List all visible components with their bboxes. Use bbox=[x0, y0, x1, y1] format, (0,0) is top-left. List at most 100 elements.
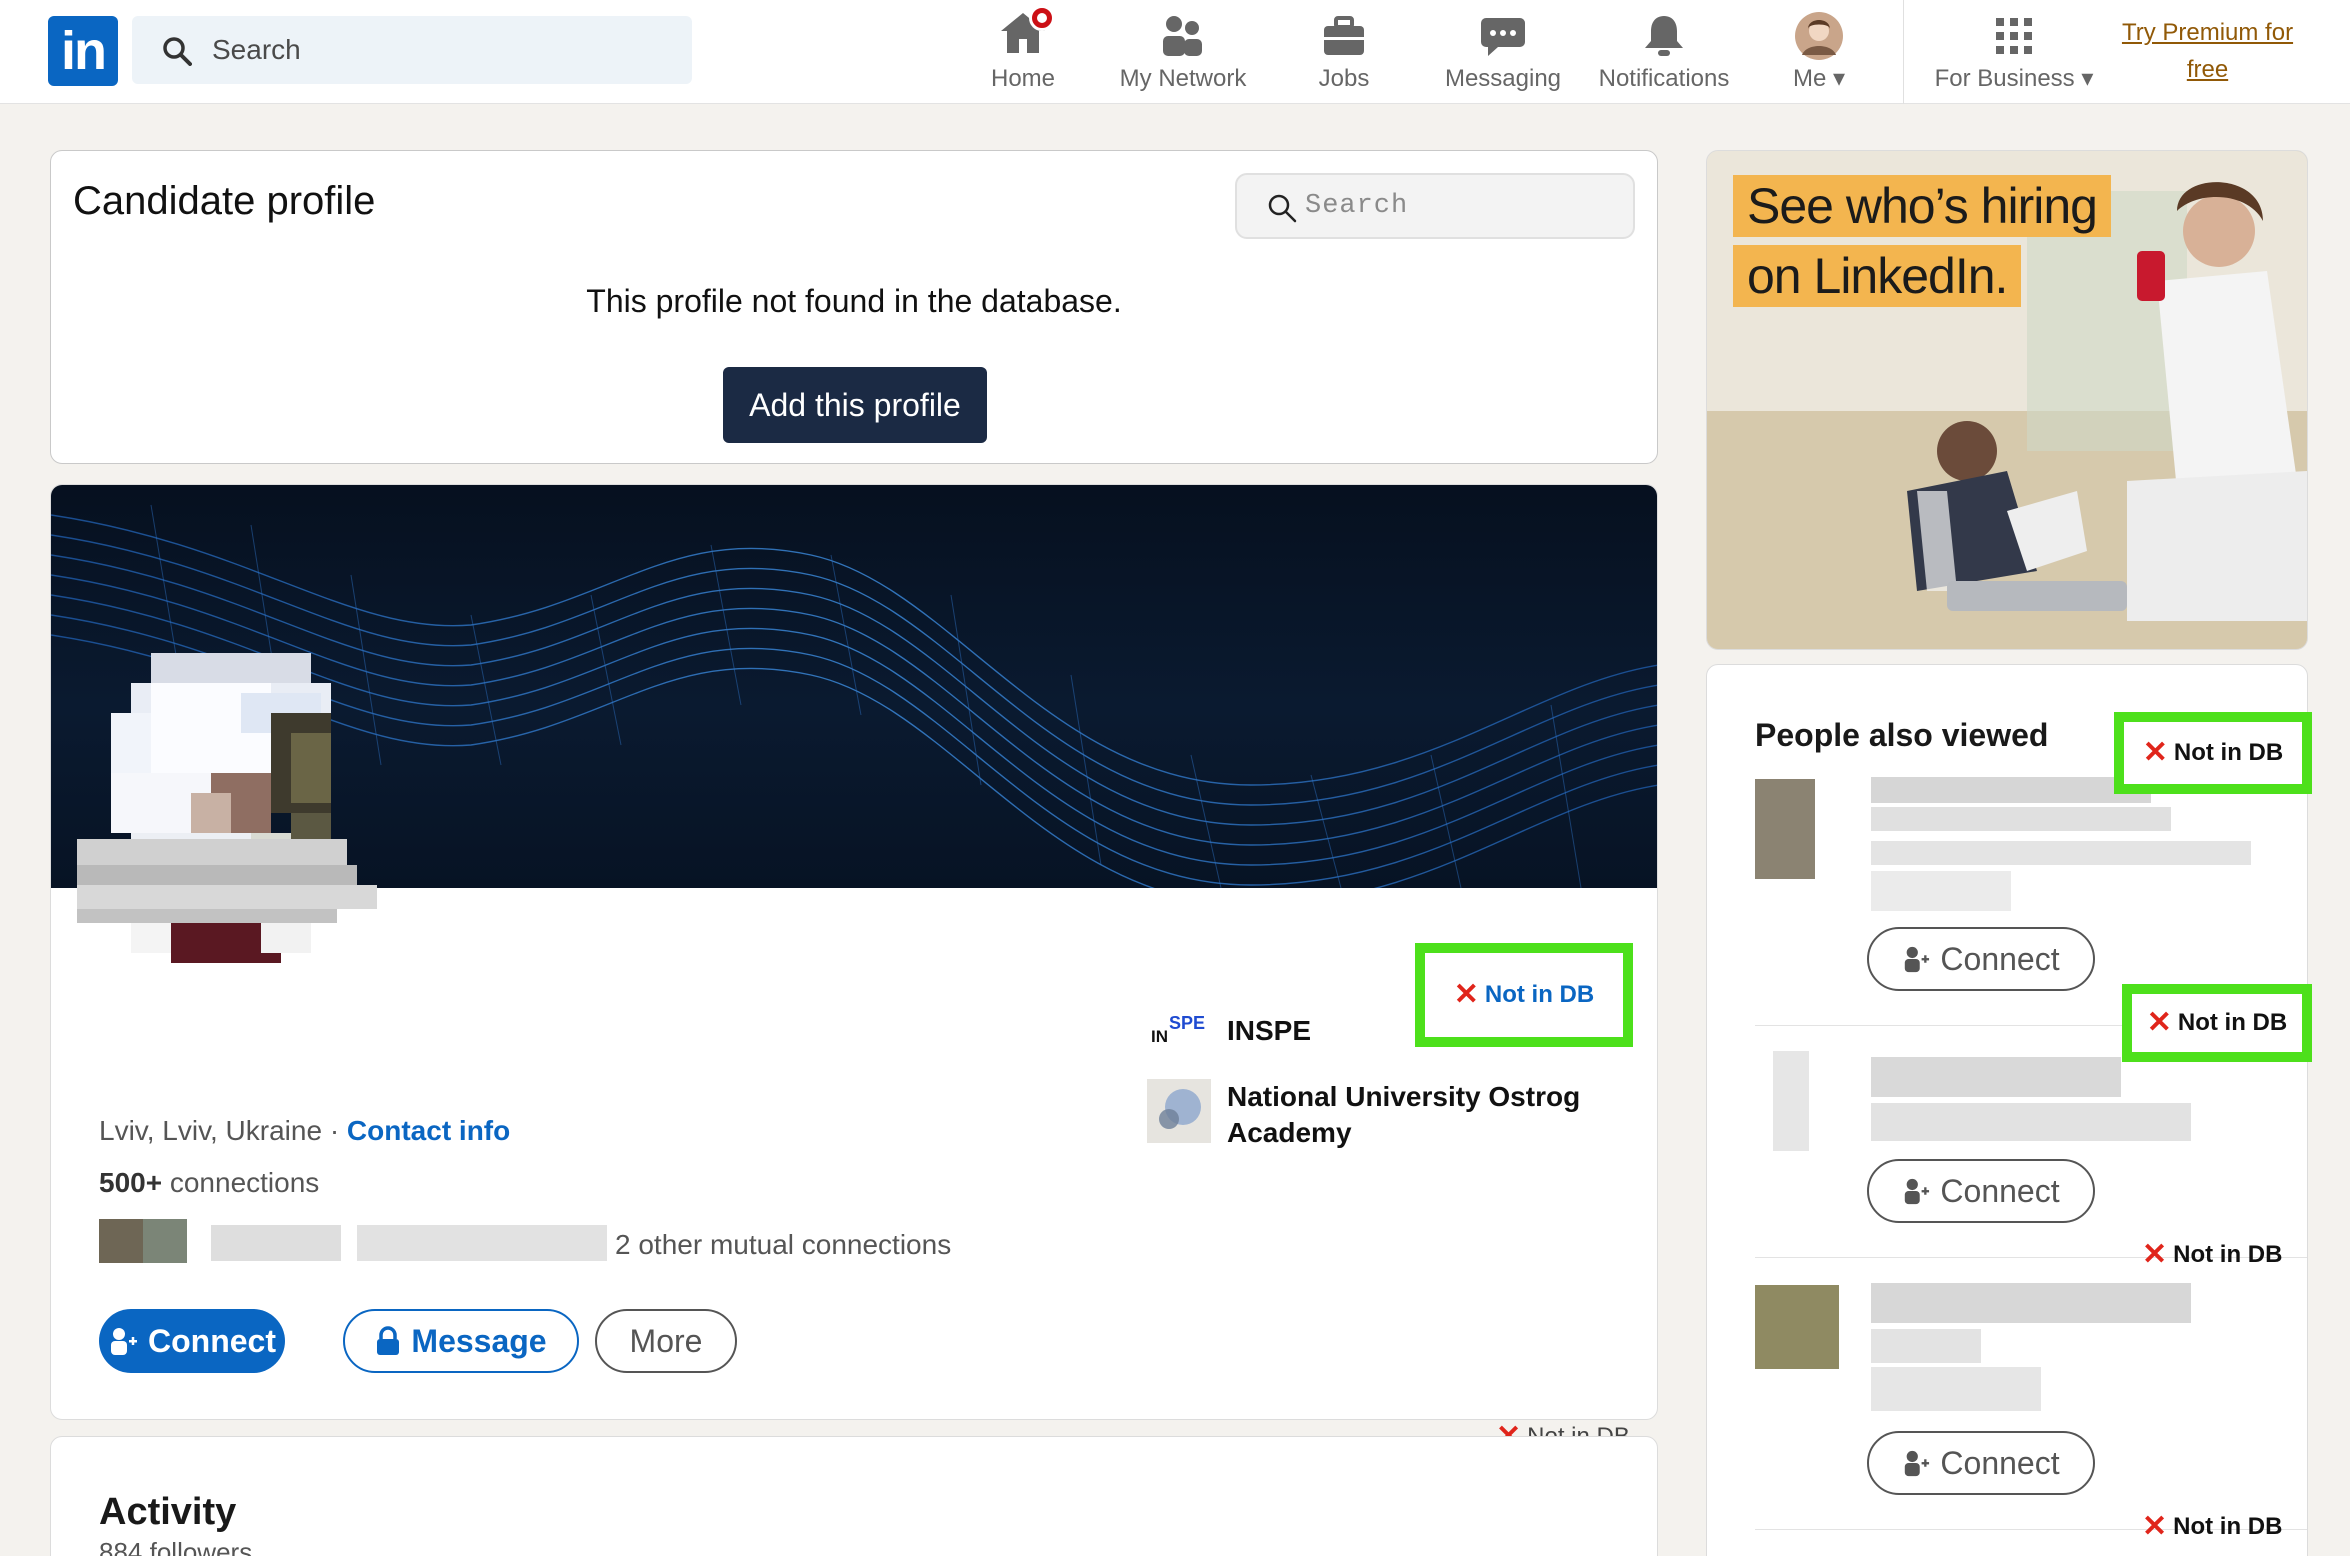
db-status-badge: ✕ Not in DB bbox=[2143, 738, 2283, 768]
education-name-line-2: Academy bbox=[1227, 1117, 1352, 1148]
close-icon: ✕ bbox=[2146, 1006, 2172, 1039]
db-status-text: Not in DB bbox=[2173, 739, 2284, 766]
person-1-db-status-highlight: ✕ Not in DB bbox=[2114, 712, 2312, 794]
global-search[interactable] bbox=[132, 16, 692, 84]
add-person-icon bbox=[111, 1328, 137, 1355]
nav-messaging-label: Messaging bbox=[1444, 65, 1562, 92]
profile-location-line: Lviv, Lviv, Ukraine · Contact info bbox=[99, 1115, 510, 1147]
mutual-connections-text[interactable]: 2 other mutual connections bbox=[615, 1229, 951, 1261]
person-name-redacted bbox=[1871, 1283, 2191, 1323]
nav-home-label: Home bbox=[990, 65, 1056, 92]
nav-notifications-label: Notifications bbox=[1598, 65, 1730, 92]
network-icon bbox=[1163, 16, 1202, 56]
premium-ad[interactable]: See who’s hiring on LinkedIn. bbox=[1706, 150, 2308, 650]
db-status-badge: ✕ Not in DB bbox=[2147, 1008, 2287, 1038]
university-logo bbox=[1147, 1079, 1211, 1143]
connections-line[interactable]: 500+ connections bbox=[99, 1167, 319, 1199]
education-name: INSPE bbox=[1227, 1015, 1312, 1046]
candidate-profile-card: Candidate profile This profile not found… bbox=[50, 150, 1658, 464]
nav-home[interactable]: Home bbox=[976, 4, 1070, 96]
people-also-viewed-card: People also viewed Connect Connect Conne… bbox=[1706, 664, 2308, 1556]
more-button[interactable]: More bbox=[595, 1309, 737, 1373]
inspe-logo-text: SPE bbox=[1169, 1013, 1206, 1033]
briefcase-icon bbox=[1324, 16, 1364, 55]
add-person-icon bbox=[1905, 946, 1930, 973]
nav-notifications[interactable]: Notifications bbox=[1586, 8, 1742, 96]
chevron-down-icon: ▾ bbox=[2081, 65, 2094, 92]
person-2-connect-button[interactable]: Connect bbox=[1867, 1159, 2095, 1223]
activity-card: Activity 884 followers bbox=[50, 1436, 1658, 1556]
db-status-text: Not in DB bbox=[2173, 1241, 2283, 1268]
not-found-message: This profile not found in the database. bbox=[586, 283, 1122, 319]
db-status-highlight: ✕ Not in DB bbox=[1415, 943, 1633, 1047]
connections-count: 500+ bbox=[99, 1167, 163, 1198]
activity-followers: 884 followers bbox=[99, 1537, 253, 1556]
close-icon: ✕ bbox=[2142, 1510, 2168, 1543]
nav-divider bbox=[1903, 0, 1904, 104]
add-profile-button[interactable]: Add this profile bbox=[723, 367, 987, 443]
bell-icon bbox=[1645, 16, 1683, 56]
message-button[interactable]: Message bbox=[343, 1309, 579, 1373]
grid-icon bbox=[1996, 18, 2032, 54]
profile-card: Lviv, Lviv, Ukraine · Contact info 500+ … bbox=[50, 484, 1658, 1420]
people-also-viewed-title: People also viewed bbox=[1755, 717, 2049, 753]
person-3-db-status: ✕ Not in DB bbox=[2142, 1240, 2282, 1270]
nav-my-network-label: My Network bbox=[1119, 65, 1247, 92]
db-status-text: Not in DB bbox=[2173, 1513, 2283, 1540]
nav-for-business[interactable]: For Business ▾ bbox=[1926, 8, 2102, 96]
person-avatar-redacted bbox=[1755, 1285, 1839, 1369]
ad-headline-1: See who’s hiring bbox=[1733, 175, 2111, 237]
search-icon bbox=[1268, 194, 1297, 223]
close-icon: ✕ bbox=[2142, 1238, 2168, 1271]
lock-icon bbox=[377, 1326, 400, 1355]
inspe-logo: IN SPE bbox=[1151, 1013, 1206, 1046]
profile-avatar[interactable] bbox=[91, 653, 471, 983]
person-avatar-redacted bbox=[1755, 779, 1815, 879]
connect-button[interactable]: Connect bbox=[99, 1309, 285, 1373]
candidate-profile-title: Candidate profile bbox=[73, 179, 376, 223]
chevron-down-icon: ▾ bbox=[1832, 65, 1846, 92]
person-1-connect-button[interactable]: Connect bbox=[1867, 927, 2095, 991]
person-name-redacted bbox=[1871, 1057, 2121, 1097]
contact-info-link[interactable]: Contact info bbox=[347, 1115, 510, 1146]
home-icon bbox=[999, 4, 1055, 62]
nav-jobs[interactable]: Jobs bbox=[1300, 8, 1388, 96]
db-status-text: Not in DB bbox=[1484, 981, 1595, 1008]
nav-for-business-label: For Business bbox=[1934, 65, 2075, 92]
add-person-icon bbox=[1905, 1450, 1930, 1477]
education-name-line-1: National University Ostrog bbox=[1227, 1081, 1581, 1112]
person-3-connect-button[interactable]: Connect bbox=[1867, 1431, 2095, 1495]
person-avatar-redacted bbox=[1773, 1051, 1809, 1151]
candidate-search[interactable] bbox=[1235, 173, 1635, 239]
nav-my-network[interactable]: My Network bbox=[1110, 8, 1256, 96]
message-label: Message bbox=[411, 1322, 547, 1359]
global-nav: in Home My Network Jobs Messaging bbox=[0, 0, 2350, 104]
person-4-db-status: ✕ Not in DB bbox=[2142, 1512, 2282, 1542]
nav-messaging[interactable]: Messaging bbox=[1436, 8, 1570, 96]
close-icon: ✕ bbox=[1453, 978, 1479, 1011]
search-icon bbox=[163, 37, 192, 66]
db-status-text: Not in DB bbox=[2177, 1009, 2288, 1036]
add-person-icon bbox=[1905, 1178, 1930, 1205]
linkedin-logo[interactable]: in bbox=[48, 16, 118, 86]
person-name-redacted bbox=[1871, 777, 2151, 803]
nav-me[interactable]: Me ▾ bbox=[1774, 8, 1864, 96]
notification-badge bbox=[1029, 4, 1055, 31]
candidate-search-input[interactable] bbox=[1305, 175, 1625, 237]
ad-headline-2: on LinkedIn. bbox=[1733, 245, 2022, 307]
global-search-input[interactable] bbox=[212, 16, 672, 84]
connections-label: connections bbox=[169, 1167, 320, 1198]
person-2-db-status-highlight: ✕ Not in DB bbox=[2122, 984, 2312, 1062]
close-icon: ✕ bbox=[2142, 736, 2168, 769]
location-separator: · bbox=[329, 1115, 340, 1146]
connect-label: Connect bbox=[1940, 1444, 2060, 1481]
nav-me-label: Me bbox=[1792, 65, 1827, 92]
premium-line-1: Try Premium for bbox=[2121, 19, 2294, 46]
nav-jobs-label: Jobs bbox=[1318, 65, 1370, 92]
activity-title: Activity bbox=[99, 1491, 237, 1533]
connect-label: Connect bbox=[1940, 1172, 2060, 1209]
try-premium-link[interactable]: Try Premium for free bbox=[2100, 14, 2315, 88]
premium-line-2: free bbox=[2186, 56, 2229, 83]
connect-label: Connect bbox=[148, 1322, 276, 1359]
connect-label: Connect bbox=[1940, 940, 2060, 977]
